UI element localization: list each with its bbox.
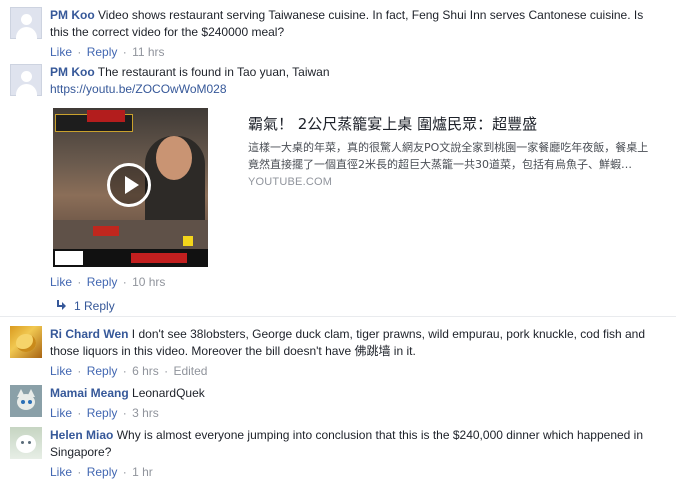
comment-actions: Like · Reply · 6 hrs · Edited <box>50 363 662 379</box>
commenter-name[interactable]: Mamai Meang <box>50 386 129 400</box>
reply-button[interactable]: Reply <box>87 406 118 420</box>
comment-text: Why is almost everyone jumping into conc… <box>50 428 644 459</box>
timestamp[interactable]: 10 hrs <box>132 275 165 289</box>
comment-text: The restaurant is found in Tao yuan, Tai… <box>97 65 330 79</box>
reply-arrow-icon <box>56 300 66 310</box>
gold-avatar-icon[interactable] <box>10 326 42 358</box>
default-avatar-icon[interactable] <box>10 7 42 39</box>
default-avatar-icon[interactable] <box>10 64 42 96</box>
separator: · <box>77 364 82 378</box>
replies-count: 1 Reply <box>74 299 115 313</box>
commenter-name[interactable]: Ri Chard Wen <box>50 327 128 341</box>
preview-domain: YOUTUBE.COM <box>248 176 333 188</box>
preview-title[interactable]: 霸氣！ 2公尺蒸籠宴上桌 圍爐民眾：超豐盛 <box>248 114 658 134</box>
timestamp[interactable]: 6 hrs <box>132 364 159 378</box>
commenter-name[interactable]: Helen Miao <box>50 428 113 442</box>
like-button[interactable]: Like <box>50 465 72 479</box>
reply-button[interactable]: Reply <box>87 45 118 59</box>
like-button[interactable]: Like <box>50 364 72 378</box>
edited-label[interactable]: Edited <box>173 364 207 378</box>
comment-text: Video shows restaurant serving Taiwanese… <box>50 8 644 39</box>
separator: · <box>122 465 127 479</box>
like-button[interactable]: Like <box>50 45 72 59</box>
comment-actions: Like · Reply · 3 hrs <box>50 405 662 421</box>
timestamp[interactable]: 11 hrs <box>132 45 164 59</box>
separator: · <box>77 275 82 289</box>
comment-actions: Like · Reply · 10 hrs <box>50 274 662 290</box>
preview-description: 這樣一大桌的年菜，真的很驚人網友PO文說全家到桃園一家餐廳吃年夜飯，餐桌上竟然直… <box>248 141 649 171</box>
like-button[interactable]: Like <box>50 275 72 289</box>
separator: · <box>77 45 82 59</box>
like-button[interactable]: Like <box>50 406 72 420</box>
reply-button[interactable]: Reply <box>87 275 118 289</box>
comment-actions: Like · Reply · 11 hrs <box>50 44 662 60</box>
separator: · <box>122 45 127 59</box>
reply-button[interactable]: Reply <box>87 465 118 479</box>
view-replies-link[interactable]: 1 Reply <box>56 298 115 314</box>
video-thumbnail[interactable] <box>53 108 208 267</box>
timestamp[interactable]: 1 hr <box>132 465 153 479</box>
separator: · <box>122 406 127 420</box>
play-icon[interactable] <box>107 163 151 207</box>
divider <box>0 316 676 317</box>
reply-button[interactable]: Reply <box>87 364 118 378</box>
link-preview-card[interactable]: 霸氣！ 2公尺蒸籠宴上桌 圍爐民眾：超豐盛 這樣一大桌的年菜，真的很驚人網友PO… <box>50 107 660 269</box>
separator: · <box>122 364 127 378</box>
separator: · <box>77 406 82 420</box>
separator: · <box>122 275 127 289</box>
youtube-link[interactable]: https://youtu.be/ZOCOwWoM028 <box>50 81 662 98</box>
separator: · <box>77 465 82 479</box>
commenter-name[interactable]: PM Koo <box>50 65 95 79</box>
separator: · <box>164 364 169 378</box>
cat-avatar-icon[interactable] <box>10 385 42 417</box>
comment-text[interactable]: LeonardQuek <box>132 386 205 400</box>
commenter-name[interactable]: PM Koo <box>50 8 95 22</box>
comment-text: I don't see 38lobsters, George duck clam… <box>50 327 646 358</box>
timestamp[interactable]: 3 hrs <box>132 406 159 420</box>
snow-avatar-icon[interactable] <box>10 427 42 459</box>
